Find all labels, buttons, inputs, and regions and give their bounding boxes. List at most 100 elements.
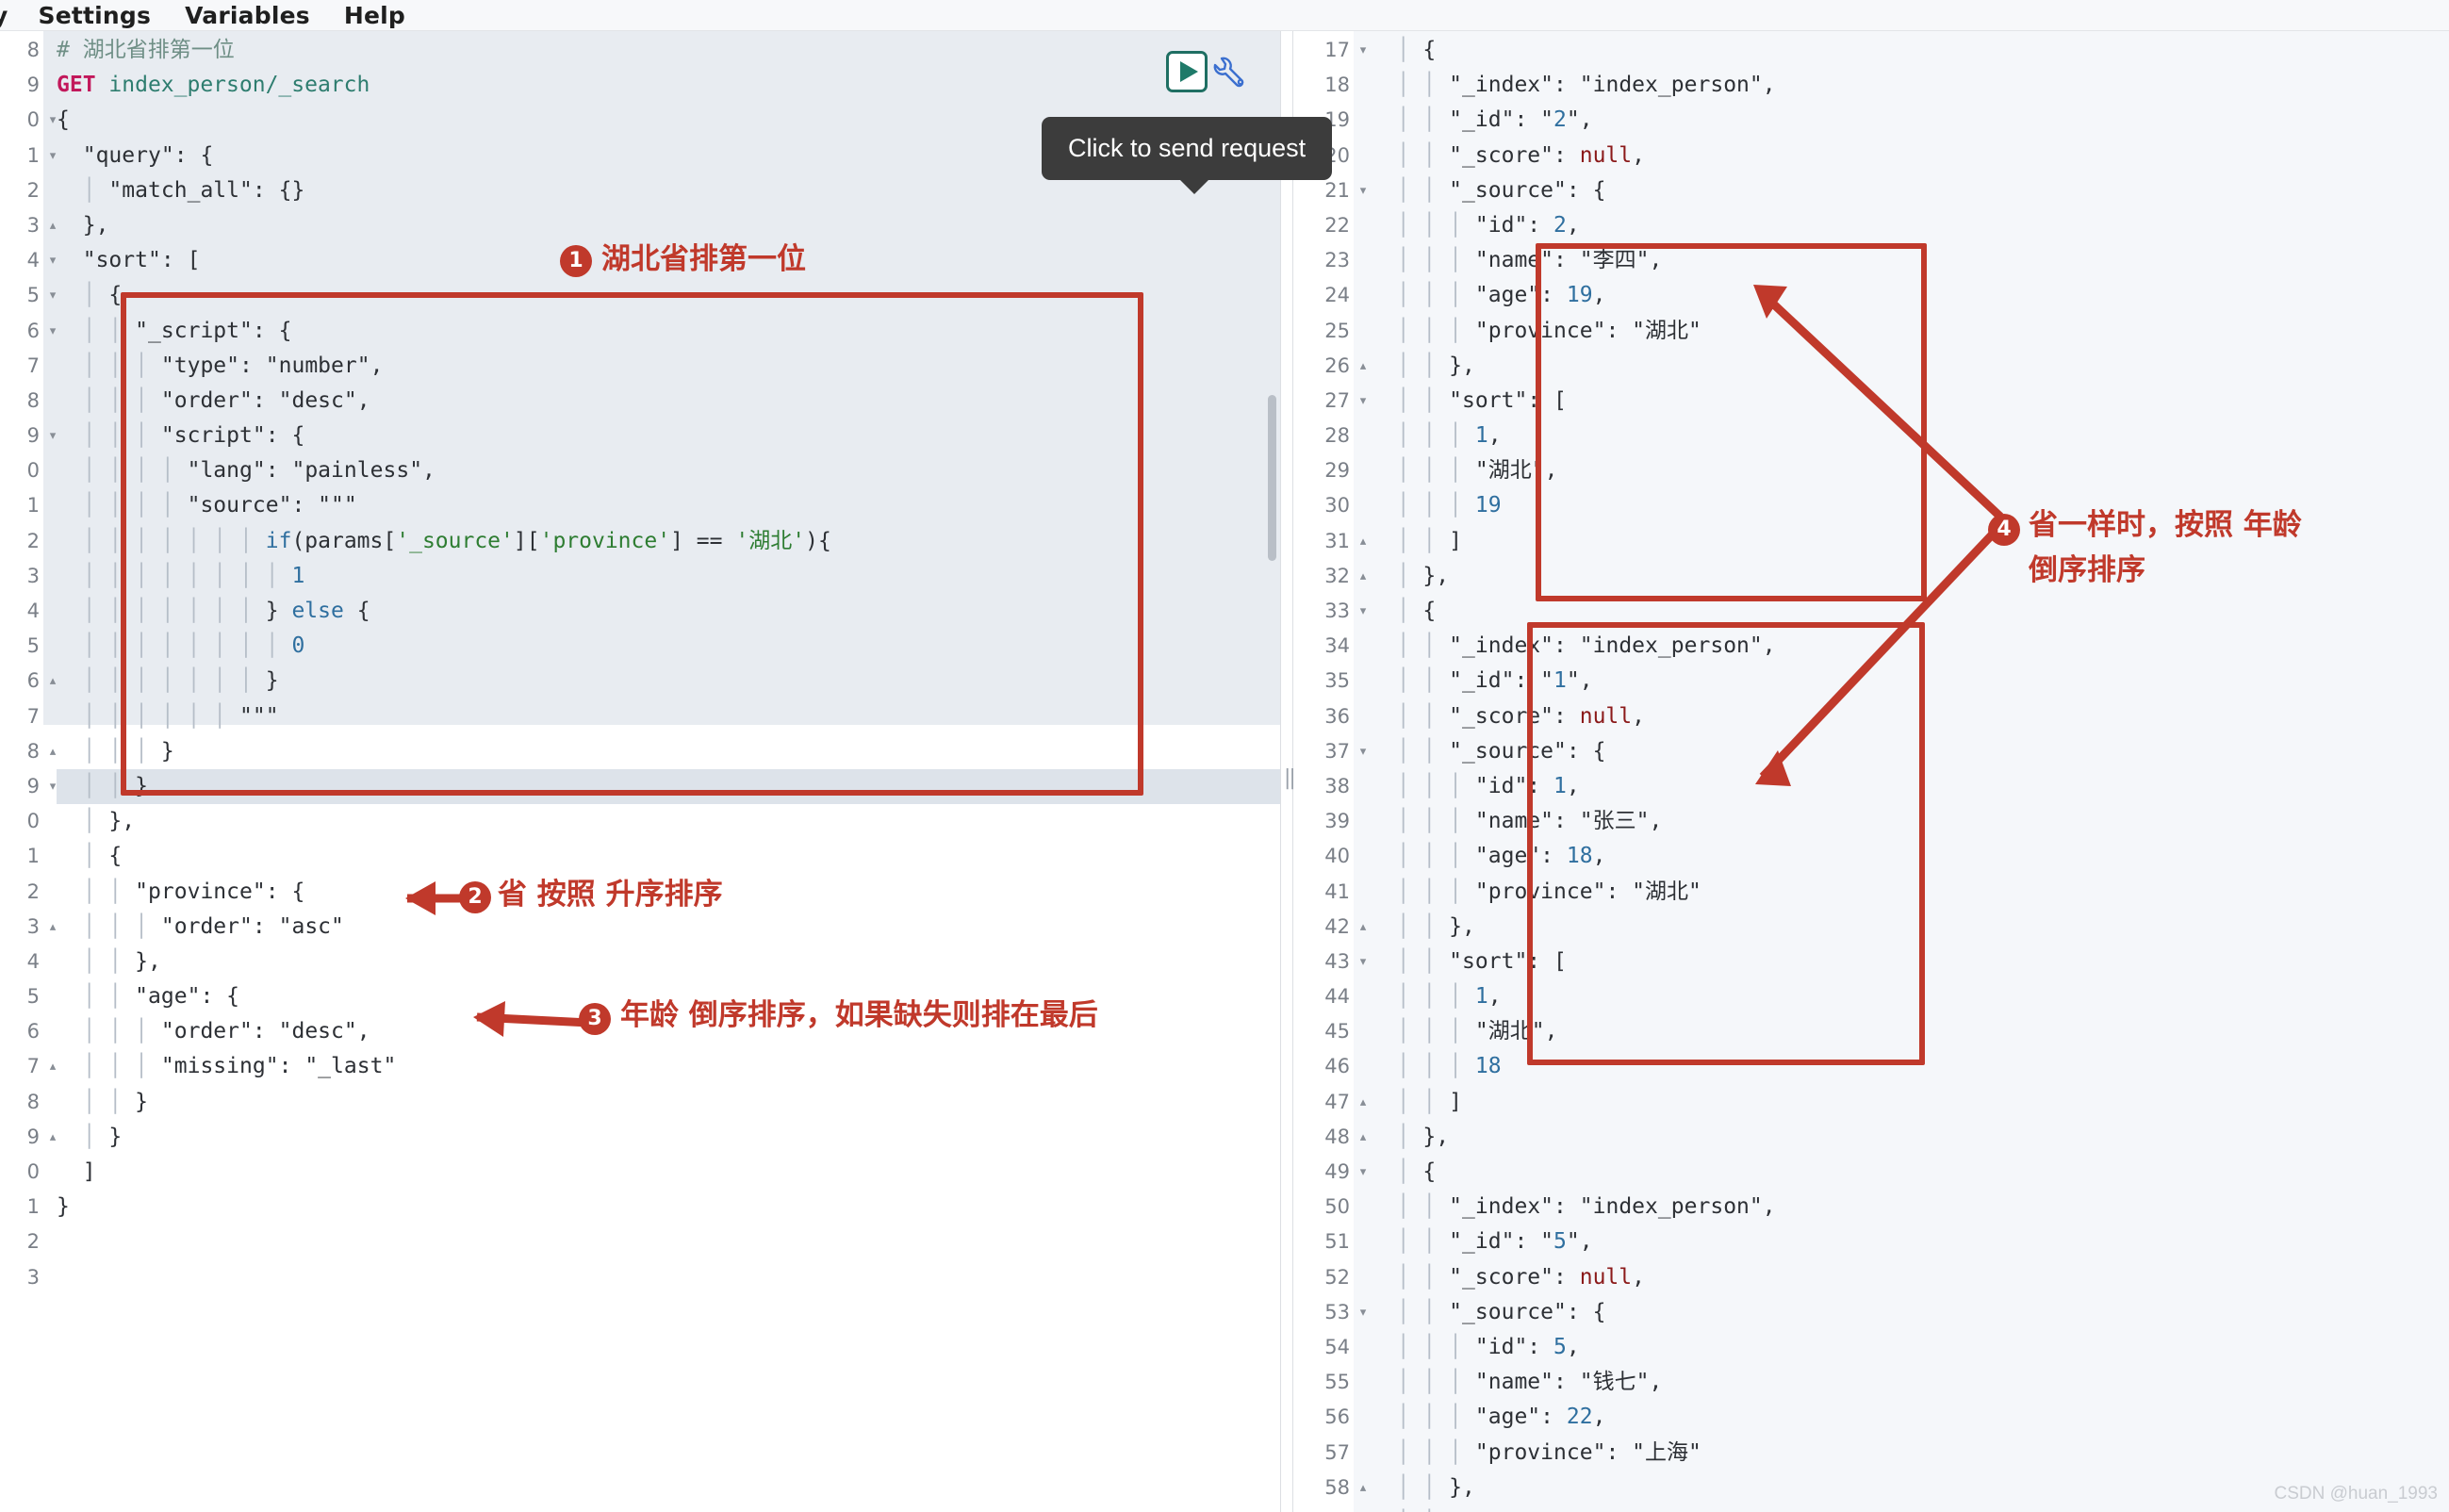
code-line[interactable]: │ │ │ "name": "李四", (1371, 243, 2449, 278)
code-line[interactable]: │ │ │ "湖北", (1371, 453, 2449, 488)
code-line[interactable]: │ │ │ 1, (1371, 979, 2449, 1014)
menu-item-variables[interactable]: Variables (168, 0, 327, 31)
code-line[interactable]: │ │ "_script": { (57, 314, 1280, 349)
code-line[interactable]: │ │ │ "age": 22, (1371, 1400, 2449, 1435)
code-line[interactable]: │ │ │ "id": 5, (1371, 1330, 2449, 1365)
code-line[interactable]: │ │ │ │ "source": """ (57, 488, 1280, 523)
code-line[interactable] (57, 1260, 1280, 1295)
code-line[interactable]: │ │ │ "order": "asc" (57, 910, 1280, 945)
code-line[interactable]: │ │ │ │ │ │ │ │ 0 (57, 629, 1280, 664)
line-number: 5 (0, 979, 43, 1014)
code-line[interactable]: │ { (1371, 1155, 2449, 1190)
code-line[interactable]: │ │ │ "name": "钱七", (1371, 1365, 2449, 1400)
code-line[interactable]: │ │ │ "name": "张三", (1371, 804, 2449, 839)
code-line[interactable]: │ │ │ "province": "上海" (1371, 1436, 2449, 1471)
code-line[interactable]: "sort": [ (57, 243, 1280, 278)
code-line[interactable]: │ │ "_id": "5", (1371, 1224, 2449, 1259)
code-line[interactable]: │ │ │ "province": "湖北" (1371, 314, 2449, 349)
code-line[interactable]: │ │ "sort": [ (1371, 384, 2449, 419)
code-line[interactable]: │ }, (57, 804, 1280, 839)
code-line[interactable] (57, 1295, 1280, 1330)
response-code-area[interactable]: │ { │ │ "_index": "index_person", │ │ "_… (1354, 31, 2449, 1512)
code-line[interactable]: │ │ "_source": { (1371, 734, 2449, 769)
code-line[interactable]: │ │ "_index": "index_person", (1371, 1190, 2449, 1224)
request-editor-pane[interactable]: 8 9 0 ▾ 1 ▾ 2 3 ▴ 4 ▾ 5 ▾ 6 ▾ 7 8 9 ▾ 0 1 2 3 4 5 6 ▴ 7 8 ▴ 9 ▾ 0 1 2 3 ▴ 4 5 6… (0, 31, 1280, 1512)
code-line[interactable]: │ { (1371, 33, 2449, 68)
code-line[interactable]: │ │ │ "province": "湖北" (1371, 875, 2449, 910)
menu-item-history-clipped[interactable]: y (0, 0, 22, 31)
code-line[interactable]: │ │ │ "type": "number", (57, 349, 1280, 384)
wrench-icon[interactable] (1211, 53, 1249, 90)
code-line[interactable]: │ │ │ "order": "desc", (57, 1014, 1280, 1049)
code-line[interactable]: │ │ } (57, 1085, 1280, 1120)
code-line[interactable]: │ │ │ │ │ │ """ (57, 699, 1280, 734)
code-line[interactable]: │ │ "_source": { (1371, 173, 2449, 208)
code-line[interactable]: │ │ │ "id": 1, (1371, 769, 2449, 804)
request-code-text[interactable]: # 湖北省排第一位 GET index_person/_search{ "quer… (43, 31, 1280, 1330)
code-line[interactable]: │ │ ] (1371, 1085, 2449, 1120)
code-line[interactable]: │ }, (1371, 1120, 2449, 1155)
pane-splitter[interactable]: || (1280, 31, 1296, 1512)
code-line[interactable]: │ { (57, 278, 1280, 313)
code-line[interactable]: │ │ │ │ │ │ │ } (57, 664, 1280, 698)
code-line[interactable]: │ │ │ │ "lang": "painless", (57, 453, 1280, 488)
code-line[interactable]: GET index_person/_search (57, 68, 1280, 103)
code-line[interactable]: │ │ "_score": null, (1371, 699, 2449, 734)
line-number: 4 ▾ (0, 243, 57, 278)
code-line[interactable]: │ │ │ 18 (1371, 1049, 2449, 1084)
line-number: 2 (0, 524, 43, 559)
code-line[interactable] (57, 1224, 1280, 1259)
code-line[interactable]: │ │ │ 19 (1371, 488, 2449, 523)
code-line[interactable]: │ │ │ "age": 18, (1371, 839, 2449, 874)
line-number: 1 (0, 1190, 43, 1224)
code-line[interactable]: │ │ │ │ │ │ │ if(params['_source']['prov… (57, 524, 1280, 559)
code-line[interactable]: │ │ "_id": "2", (1371, 103, 2449, 138)
code-line[interactable]: │ │ │ │ │ │ │ } else { (57, 594, 1280, 629)
code-line[interactable]: ] (57, 1155, 1280, 1190)
code-line[interactable]: │ } (57, 1120, 1280, 1155)
code-line[interactable]: │ │ ] (1371, 524, 2449, 559)
code-line[interactable]: │ │ "_score": null, (1371, 139, 2449, 173)
response-viewer-pane[interactable]: 17 ▾ 18 19 20 21 ▾ 22 23 24 25 26 ▴ 27 ▾ 28 29 30 31 ▴ 32 ▴ 33… (1280, 31, 2449, 1512)
code-line[interactable]: }, (57, 208, 1280, 243)
request-code-area[interactable]: # 湖北省排第一位 GET index_person/_search{ "quer… (43, 31, 1280, 1512)
code-line[interactable]: │ │ │ "id": 2, (1371, 208, 2449, 243)
code-line[interactable]: # 湖北省排第一位 (57, 33, 1280, 68)
line-number: 7 (0, 349, 43, 384)
menu-item-settings[interactable]: Settings (22, 0, 169, 31)
code-line[interactable]: │ │ "sort": [ (1371, 1505, 2449, 1512)
code-line[interactable]: │ }, (1371, 559, 2449, 594)
code-line[interactable]: │ │ │ "missing": "_last" (57, 1049, 1280, 1084)
code-line[interactable]: │ │ "_score": null, (1371, 1260, 2449, 1295)
code-line[interactable]: │ │ "sort": [ (1371, 945, 2449, 979)
code-line[interactable]: │ { (57, 839, 1280, 874)
menu-bar: y Settings Variables Help (0, 0, 2449, 31)
code-line[interactable]: } (57, 1190, 1280, 1224)
play-icon (1179, 61, 1198, 82)
code-line[interactable]: │ │ │ } (57, 734, 1280, 769)
code-line[interactable]: │ │ } (57, 768, 1280, 805)
code-line[interactable]: │ │ }, (1371, 910, 2449, 945)
send-request-button[interactable] (1166, 51, 1208, 92)
code-line[interactable]: │ │ "_index": "index_person", (1371, 629, 2449, 664)
code-line[interactable]: │ │ "_index": "index_person", (1371, 68, 2449, 103)
code-line[interactable]: │ │ │ │ │ │ │ │ 1 (57, 559, 1280, 594)
response-code-text[interactable]: │ { │ │ "_index": "index_person", │ │ "_… (1354, 31, 2449, 1512)
line-number: 1 (0, 839, 43, 874)
code-line[interactable]: │ │ │ "age": 19, (1371, 278, 2449, 313)
line-number: 0 (0, 1155, 43, 1190)
code-line[interactable]: │ │ }, (1371, 349, 2449, 384)
code-line[interactable]: │ │ "_source": { (1371, 1295, 2449, 1330)
code-line[interactable]: │ │ "age": { (57, 979, 1280, 1014)
menu-item-help[interactable]: Help (327, 0, 422, 31)
code-line[interactable]: │ │ │ 1, (1371, 419, 2449, 453)
code-line[interactable]: │ { (1371, 594, 2449, 629)
code-line[interactable]: │ │ │ "湖北", (1371, 1014, 2449, 1049)
code-line[interactable]: │ │ │ "order": "desc", (57, 384, 1280, 419)
code-line[interactable]: │ │ }, (57, 945, 1280, 979)
code-line[interactable]: │ │ "_id": "1", (1371, 664, 2449, 698)
code-line[interactable]: │ │ "province": { (57, 875, 1280, 910)
code-line[interactable]: │ │ │ "script": { (57, 419, 1280, 453)
splitter-grip-icon[interactable]: || (1284, 766, 1296, 791)
request-vertical-scrollbar[interactable] (1268, 395, 1276, 561)
